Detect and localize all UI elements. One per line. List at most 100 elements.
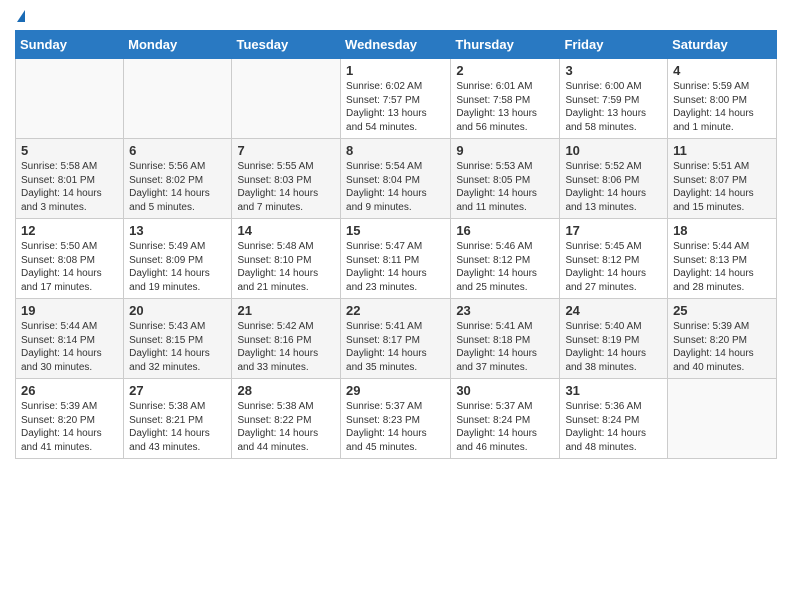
day-info: Sunrise: 5:54 AMSunset: 8:04 PMDaylight:… (346, 160, 445, 214)
day-number: 30 (456, 383, 554, 398)
day-number: 29 (346, 383, 445, 398)
header-saturday: Saturday (668, 31, 777, 59)
day-info: Sunrise: 5:38 AMSunset: 8:22 PMDaylight:… (237, 400, 335, 454)
calendar-body: 1 Sunrise: 6:02 AMSunset: 7:57 PMDaylight… (16, 59, 777, 459)
day-number: 20 (129, 303, 226, 318)
day-number: 12 (21, 223, 118, 238)
calendar-cell: 18 Sunrise: 5:44 AMSunset: 8:13 PMDayligh… (668, 219, 777, 299)
calendar-cell: 6 Sunrise: 5:56 AMSunset: 8:02 PMDaylight… (124, 139, 232, 219)
day-number: 8 (346, 143, 445, 158)
header-tuesday: Tuesday (232, 31, 341, 59)
day-info: Sunrise: 5:50 AMSunset: 8:08 PMDaylight:… (21, 240, 118, 294)
day-info: Sunrise: 5:56 AMSunset: 8:02 PMDaylight:… (129, 160, 226, 214)
day-info: Sunrise: 6:01 AMSunset: 7:58 PMDaylight:… (456, 80, 554, 134)
day-info: Sunrise: 5:58 AMSunset: 8:01 PMDaylight:… (21, 160, 118, 214)
calendar-cell: 3 Sunrise: 6:00 AMSunset: 7:59 PMDaylight… (560, 59, 668, 139)
calendar-week-row: 12 Sunrise: 5:50 AMSunset: 8:08 PMDayligh… (16, 219, 777, 299)
calendar-cell: 17Sunrise: 5:45 AMSunset: 8:12 PMDayligh… (560, 219, 668, 299)
header-monday: Monday (124, 31, 232, 59)
header-thursday: Thursday (451, 31, 560, 59)
calendar-cell: 5Sunrise: 5:58 AMSunset: 8:01 PMDaylight… (16, 139, 124, 219)
day-number: 28 (237, 383, 335, 398)
day-number: 6 (129, 143, 226, 158)
calendar-cell: 11 Sunrise: 5:51 AMSunset: 8:07 PMDayligh… (668, 139, 777, 219)
day-info: Sunrise: 5:59 AMSunset: 8:00 PMDaylight:… (673, 80, 771, 134)
day-info: Sunrise: 5:43 AMSunset: 8:15 PMDaylight:… (129, 320, 226, 374)
day-info: Sunrise: 5:44 AMSunset: 8:14 PMDaylight:… (21, 320, 118, 374)
calendar-cell: 30 Sunrise: 5:37 AMSunset: 8:24 PMDayligh… (451, 379, 560, 459)
day-number: 22 (346, 303, 445, 318)
calendar-week-row: 19Sunrise: 5:44 AMSunset: 8:14 PMDayligh… (16, 299, 777, 379)
day-number: 2 (456, 63, 554, 78)
calendar-header-row: SundayMondayTuesdayWednesdayThursdayFrid… (16, 31, 777, 59)
calendar-cell (668, 379, 777, 459)
day-number: 25 (673, 303, 771, 318)
day-number: 3 (565, 63, 662, 78)
day-info: Sunrise: 5:37 AMSunset: 8:23 PMDaylight:… (346, 400, 445, 454)
calendar-cell: 8 Sunrise: 5:54 AMSunset: 8:04 PMDaylight… (341, 139, 451, 219)
calendar-cell: 28 Sunrise: 5:38 AMSunset: 8:22 PMDayligh… (232, 379, 341, 459)
day-info: Sunrise: 5:41 AMSunset: 8:18 PMDaylight:… (456, 320, 554, 374)
day-number: 16 (456, 223, 554, 238)
calendar-cell: 12 Sunrise: 5:50 AMSunset: 8:08 PMDayligh… (16, 219, 124, 299)
calendar-week-row: 5Sunrise: 5:58 AMSunset: 8:01 PMDaylight… (16, 139, 777, 219)
day-number: 11 (673, 143, 771, 158)
day-info: Sunrise: 5:44 AMSunset: 8:13 PMDaylight:… (673, 240, 771, 294)
day-number: 23 (456, 303, 554, 318)
day-info: Sunrise: 5:55 AMSunset: 8:03 PMDaylight:… (237, 160, 335, 214)
day-info: Sunrise: 5:51 AMSunset: 8:07 PMDaylight:… (673, 160, 771, 214)
calendar-cell: 26Sunrise: 5:39 AMSunset: 8:20 PMDayligh… (16, 379, 124, 459)
header-friday: Friday (560, 31, 668, 59)
calendar-week-row: 26Sunrise: 5:39 AMSunset: 8:20 PMDayligh… (16, 379, 777, 459)
day-info: Sunrise: 5:39 AMSunset: 8:20 PMDaylight:… (21, 400, 118, 454)
day-info: Sunrise: 5:47 AMSunset: 8:11 PMDaylight:… (346, 240, 445, 294)
header-wednesday: Wednesday (341, 31, 451, 59)
day-info: Sunrise: 6:00 AMSunset: 7:59 PMDaylight:… (565, 80, 662, 134)
header-sunday: Sunday (16, 31, 124, 59)
day-number: 15 (346, 223, 445, 238)
day-number: 1 (346, 63, 445, 78)
calendar-cell: 23 Sunrise: 5:41 AMSunset: 8:18 PMDayligh… (451, 299, 560, 379)
calendar-cell: 22 Sunrise: 5:41 AMSunset: 8:17 PMDayligh… (341, 299, 451, 379)
calendar-cell (232, 59, 341, 139)
calendar-cell: 19Sunrise: 5:44 AMSunset: 8:14 PMDayligh… (16, 299, 124, 379)
day-info: Sunrise: 5:48 AMSunset: 8:10 PMDaylight:… (237, 240, 335, 294)
calendar-cell: 20 Sunrise: 5:43 AMSunset: 8:15 PMDayligh… (124, 299, 232, 379)
day-info: Sunrise: 5:38 AMSunset: 8:21 PMDaylight:… (129, 400, 226, 454)
calendar-cell: 25Sunrise: 5:39 AMSunset: 8:20 PMDayligh… (668, 299, 777, 379)
day-info: Sunrise: 5:52 AMSunset: 8:06 PMDaylight:… (565, 160, 662, 214)
calendar-cell: 13 Sunrise: 5:49 AMSunset: 8:09 PMDayligh… (124, 219, 232, 299)
day-number: 10 (565, 143, 662, 158)
calendar-cell (16, 59, 124, 139)
calendar-cell: 15 Sunrise: 5:47 AMSunset: 8:11 PMDayligh… (341, 219, 451, 299)
day-number: 7 (237, 143, 335, 158)
day-info: Sunrise: 5:49 AMSunset: 8:09 PMDaylight:… (129, 240, 226, 294)
day-number: 17 (565, 223, 662, 238)
day-number: 13 (129, 223, 226, 238)
calendar-week-row: 1 Sunrise: 6:02 AMSunset: 7:57 PMDaylight… (16, 59, 777, 139)
calendar-cell: 4Sunrise: 5:59 AMSunset: 8:00 PMDaylight… (668, 59, 777, 139)
day-number: 21 (237, 303, 335, 318)
calendar-cell: 14 Sunrise: 5:48 AMSunset: 8:10 PMDayligh… (232, 219, 341, 299)
logo-triangle-icon (17, 10, 25, 22)
day-number: 14 (237, 223, 335, 238)
calendar-table: SundayMondayTuesdayWednesdayThursdayFrid… (15, 30, 777, 459)
calendar-cell: 10 Sunrise: 5:52 AMSunset: 8:06 PMDayligh… (560, 139, 668, 219)
day-number: 18 (673, 223, 771, 238)
calendar-cell: 29 Sunrise: 5:37 AMSunset: 8:23 PMDayligh… (341, 379, 451, 459)
calendar-cell: 16 Sunrise: 5:46 AMSunset: 8:12 PMDayligh… (451, 219, 560, 299)
calendar-cell: 1 Sunrise: 6:02 AMSunset: 7:57 PMDaylight… (341, 59, 451, 139)
day-info: Sunrise: 5:40 AMSunset: 8:19 PMDaylight:… (565, 320, 662, 374)
day-info: Sunrise: 5:53 AMSunset: 8:05 PMDaylight:… (456, 160, 554, 214)
day-info: Sunrise: 5:37 AMSunset: 8:24 PMDaylight:… (456, 400, 554, 454)
day-info: Sunrise: 5:41 AMSunset: 8:17 PMDaylight:… (346, 320, 445, 374)
day-info: Sunrise: 5:36 AMSunset: 8:24 PMDaylight:… (565, 400, 662, 454)
day-info: Sunrise: 6:02 AMSunset: 7:57 PMDaylight:… (346, 80, 445, 134)
calendar-cell: 31Sunrise: 5:36 AMSunset: 8:24 PMDayligh… (560, 379, 668, 459)
calendar-cell: 9Sunrise: 5:53 AMSunset: 8:05 PMDaylight… (451, 139, 560, 219)
day-info: Sunrise: 5:46 AMSunset: 8:12 PMDaylight:… (456, 240, 554, 294)
calendar-cell: 7 Sunrise: 5:55 AMSunset: 8:03 PMDaylight… (232, 139, 341, 219)
day-number: 27 (129, 383, 226, 398)
calendar-cell: 24Sunrise: 5:40 AMSunset: 8:19 PMDayligh… (560, 299, 668, 379)
calendar-cell: 27 Sunrise: 5:38 AMSunset: 8:21 PMDayligh… (124, 379, 232, 459)
